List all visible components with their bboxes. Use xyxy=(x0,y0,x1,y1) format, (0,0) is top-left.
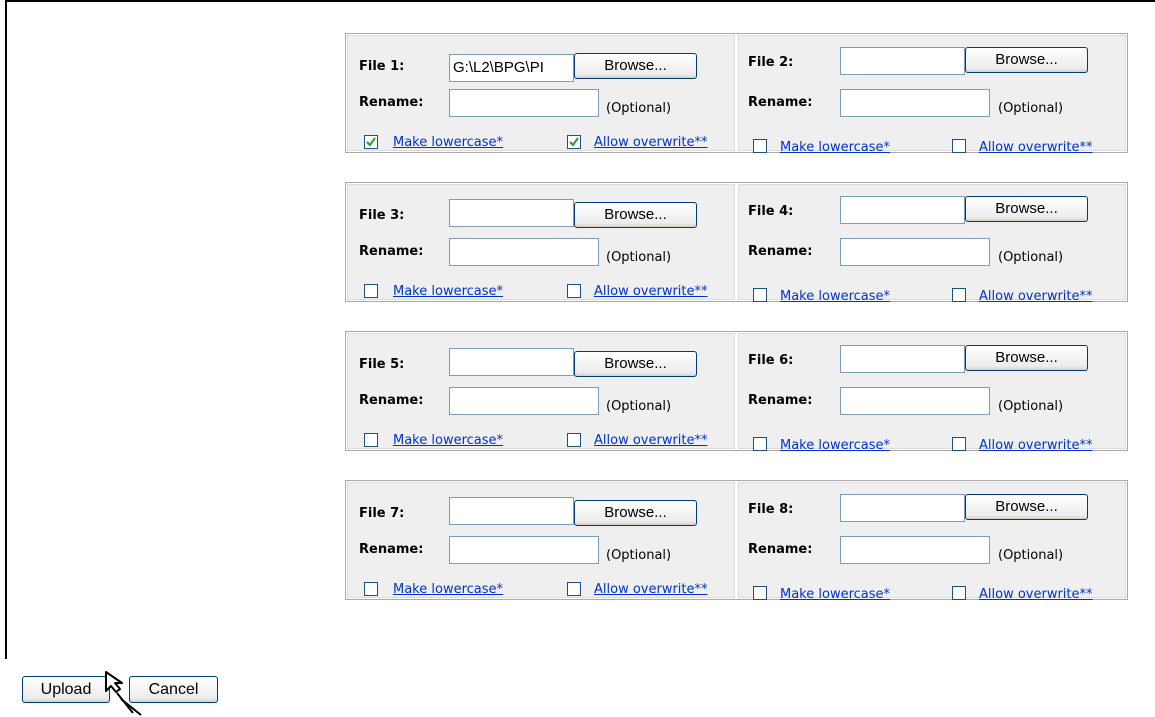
make-lowercase-checkbox[interactable] xyxy=(364,135,378,149)
file-panel-6: File 6: Browse... Rename: (Optional) Mak… xyxy=(738,333,1126,453)
make-lowercase-checkbox[interactable] xyxy=(753,139,767,153)
allow-overwrite-link[interactable]: Allow overwrite** xyxy=(979,289,1093,304)
allow-overwrite-checkbox[interactable] xyxy=(567,284,581,298)
file-panel-3: File 3: Browse... Rename: (Optional) Mak… xyxy=(347,184,735,300)
rename-input[interactable] xyxy=(449,238,599,266)
file-label: File 5: xyxy=(359,357,405,372)
allow-overwrite-checkbox[interactable] xyxy=(567,135,581,149)
rename-label: Rename: xyxy=(748,542,813,557)
rename-label: Rename: xyxy=(748,95,813,110)
make-lowercase-checkbox[interactable] xyxy=(364,284,378,298)
allow-overwrite-link[interactable]: Allow overwrite** xyxy=(594,284,708,299)
page-frame-top xyxy=(5,0,1155,2)
rename-input[interactable] xyxy=(449,387,599,415)
file-path-input[interactable] xyxy=(449,497,574,525)
file-path-input[interactable] xyxy=(449,348,574,376)
rename-label: Rename: xyxy=(359,95,424,110)
allow-overwrite-link[interactable]: Allow overwrite** xyxy=(594,433,708,448)
file-label: File 3: xyxy=(359,208,405,223)
file-label: File 6: xyxy=(748,353,794,368)
rename-label: Rename: xyxy=(748,393,813,408)
rename-input[interactable] xyxy=(840,387,990,415)
browse-button[interactable]: Browse... xyxy=(965,345,1088,371)
upload-row-2: File 3: Browse... Rename: (Optional) Mak… xyxy=(345,182,1128,304)
optional-hint: (Optional) xyxy=(998,548,1064,563)
file-panel-7: File 7: Browse... Rename: (Optional) Mak… xyxy=(347,482,735,598)
optional-hint: (Optional) xyxy=(606,250,672,265)
rename-label: Rename: xyxy=(359,244,424,259)
allow-overwrite-checkbox[interactable] xyxy=(952,288,966,302)
make-lowercase-link[interactable]: Make lowercase* xyxy=(780,140,890,155)
file-path-input[interactable] xyxy=(840,196,965,224)
rename-label: Rename: xyxy=(748,244,813,259)
file-label: File 2: xyxy=(748,55,794,70)
optional-hint: (Optional) xyxy=(998,250,1064,265)
browse-button[interactable]: Browse... xyxy=(574,202,697,228)
optional-hint: (Optional) xyxy=(998,399,1064,414)
allow-overwrite-link[interactable]: Allow overwrite** xyxy=(979,438,1093,453)
allow-overwrite-checkbox[interactable] xyxy=(952,139,966,153)
make-lowercase-link[interactable]: Make lowercase* xyxy=(780,587,890,602)
rename-label: Rename: xyxy=(359,393,424,408)
file-label: File 8: xyxy=(748,502,794,517)
allow-overwrite-checkbox[interactable] xyxy=(567,433,581,447)
checkmark-icon xyxy=(366,137,376,147)
file-path-input[interactable] xyxy=(840,345,965,373)
make-lowercase-link[interactable]: Make lowercase* xyxy=(393,433,503,448)
rename-input[interactable] xyxy=(840,238,990,266)
allow-overwrite-checkbox[interactable] xyxy=(952,586,966,600)
file-label: File 7: xyxy=(359,506,405,521)
make-lowercase-checkbox[interactable] xyxy=(753,586,767,600)
make-lowercase-link[interactable]: Make lowercase* xyxy=(393,135,503,150)
upload-row-3: File 5: Browse... Rename: (Optional) Mak… xyxy=(345,331,1128,453)
make-lowercase-link[interactable]: Make lowercase* xyxy=(780,289,890,304)
browse-button[interactable]: Browse... xyxy=(574,500,697,526)
rename-input[interactable] xyxy=(840,89,990,117)
make-lowercase-checkbox[interactable] xyxy=(364,582,378,596)
checkmark-icon xyxy=(569,137,579,147)
rename-input[interactable] xyxy=(449,89,599,117)
browse-button[interactable]: Browse... xyxy=(965,196,1088,222)
rename-label: Rename: xyxy=(359,542,424,557)
allow-overwrite-checkbox[interactable] xyxy=(567,582,581,596)
browse-button[interactable]: Browse... xyxy=(965,47,1088,73)
file-label: File 1: xyxy=(359,59,405,74)
allow-overwrite-checkbox[interactable] xyxy=(952,437,966,451)
allow-overwrite-link[interactable]: Allow overwrite** xyxy=(594,582,708,597)
browse-button[interactable]: Browse... xyxy=(965,494,1088,520)
mouse-pointer-icon xyxy=(105,671,142,716)
allow-overwrite-link[interactable]: Allow overwrite** xyxy=(979,587,1093,602)
file-panel-5: File 5: Browse... Rename: (Optional) Mak… xyxy=(347,333,735,449)
upload-button[interactable]: Upload xyxy=(22,676,110,703)
file-panel-1: File 1: G:\L2\BPG\PI Browse... Rename: (… xyxy=(347,35,735,151)
file-panel-8: File 8: Browse... Rename: (Optional) Mak… xyxy=(738,482,1126,602)
upload-row-1: File 1: G:\L2\BPG\PI Browse... Rename: (… xyxy=(345,33,1128,155)
browse-button[interactable]: Browse... xyxy=(574,53,697,79)
optional-hint: (Optional) xyxy=(606,101,672,116)
make-lowercase-link[interactable]: Make lowercase* xyxy=(393,582,503,597)
file-path-input[interactable]: G:\L2\BPG\PI xyxy=(449,54,574,82)
upload-row-4: File 7: Browse... Rename: (Optional) Mak… xyxy=(345,480,1128,602)
allow-overwrite-link[interactable]: Allow overwrite** xyxy=(979,140,1093,155)
file-path-input[interactable] xyxy=(840,47,965,75)
file-label: File 4: xyxy=(748,204,794,219)
make-lowercase-checkbox[interactable] xyxy=(753,437,767,451)
optional-hint: (Optional) xyxy=(606,399,672,414)
make-lowercase-link[interactable]: Make lowercase* xyxy=(393,284,503,299)
make-lowercase-checkbox[interactable] xyxy=(753,288,767,302)
rename-input[interactable] xyxy=(840,536,990,564)
file-path-input[interactable] xyxy=(840,494,965,522)
optional-hint: (Optional) xyxy=(606,548,672,563)
browse-button[interactable]: Browse... xyxy=(574,351,697,377)
file-path-input[interactable] xyxy=(449,199,574,227)
make-lowercase-link[interactable]: Make lowercase* xyxy=(780,438,890,453)
make-lowercase-checkbox[interactable] xyxy=(364,433,378,447)
allow-overwrite-link[interactable]: Allow overwrite** xyxy=(594,135,708,150)
rename-input[interactable] xyxy=(449,536,599,564)
optional-hint: (Optional) xyxy=(998,101,1064,116)
page-frame-left xyxy=(5,0,7,659)
file-panel-4: File 4: Browse... Rename: (Optional) Mak… xyxy=(738,184,1126,304)
file-panel-2: File 2: Browse... Rename: (Optional) Mak… xyxy=(738,35,1126,155)
